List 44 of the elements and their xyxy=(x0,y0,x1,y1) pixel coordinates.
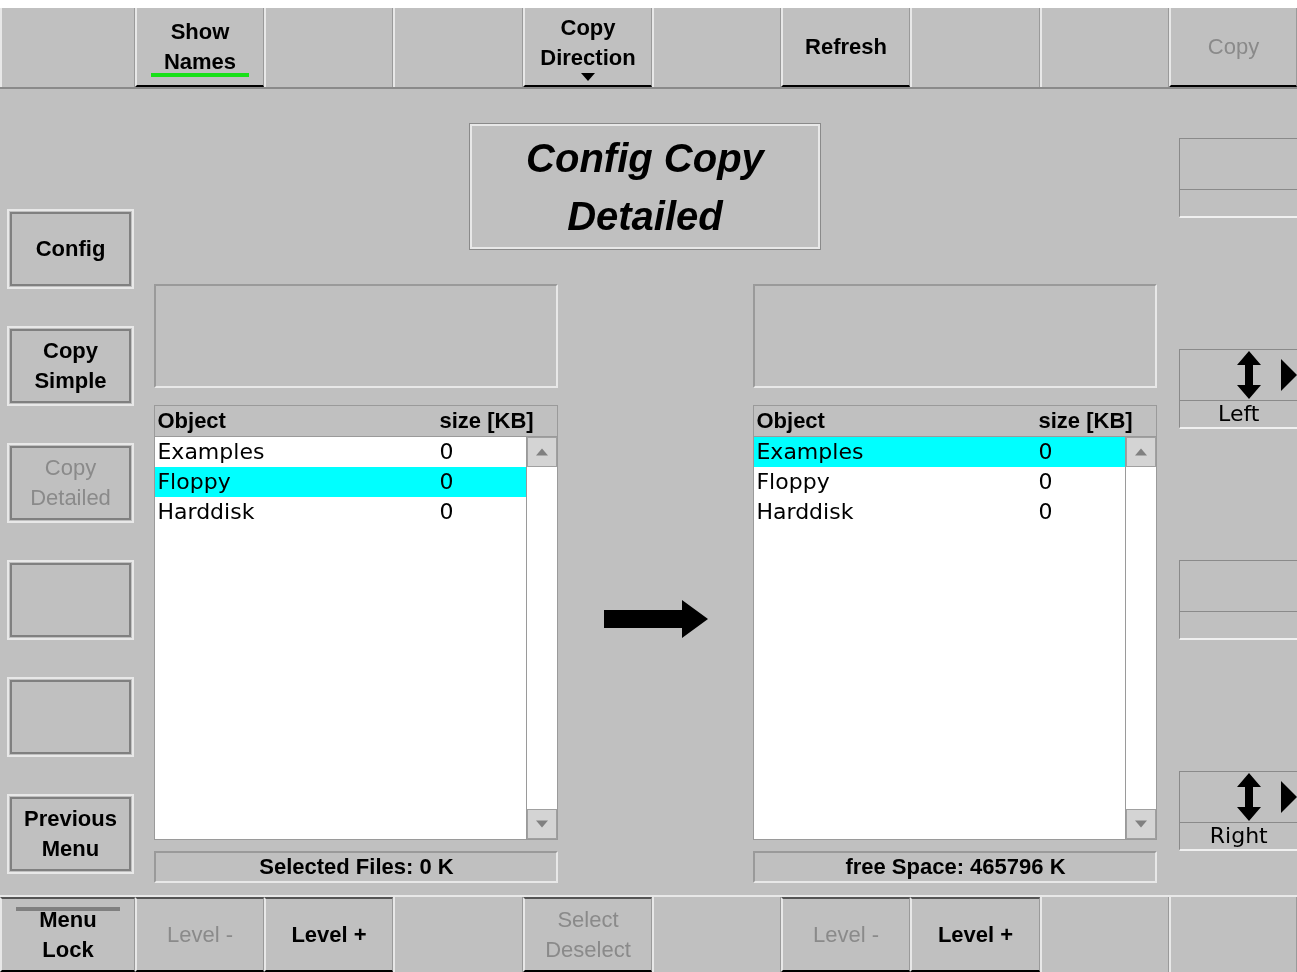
right-triangle-icon xyxy=(1281,359,1297,391)
status-field: Selected Files: 0 K xyxy=(154,851,559,883)
menu-button[interactable]: Copy Simple xyxy=(7,326,134,406)
list-row[interactable]: Examples 0 xyxy=(155,437,527,467)
bar-button[interactable]: Level + xyxy=(910,897,1040,972)
list-row[interactable]: Examples 0 xyxy=(754,437,1126,467)
control-label: Right xyxy=(1209,823,1268,849)
control-label: Left xyxy=(1218,401,1260,427)
up-triangle-icon xyxy=(536,448,549,456)
up-triangle-icon xyxy=(1135,448,1148,456)
list-row[interactable]: Harddisk 0 xyxy=(754,497,1126,527)
screen-title: Config Copy Detailed xyxy=(469,124,820,249)
scroll-control[interactable]: Left xyxy=(1179,349,1297,429)
scroll-down-button[interactable] xyxy=(1126,809,1157,839)
scrollbar[interactable] xyxy=(1125,437,1157,839)
list-row[interactable]: Harddisk 0 xyxy=(155,497,527,527)
dropdown-button[interactable]: Copy Direction xyxy=(523,8,652,87)
column-header: size [KB] xyxy=(1038,407,1133,435)
column-header: Object xyxy=(157,407,227,435)
list-row[interactable]: Floppy 0 xyxy=(155,467,527,497)
blank-control[interactable] xyxy=(1179,138,1297,218)
scroll-up-button[interactable] xyxy=(1126,437,1157,467)
bar-button[interactable]: Refresh xyxy=(781,8,910,87)
right-arrow-icon xyxy=(601,597,710,640)
down-triangle-icon xyxy=(536,820,549,828)
up-down-arrow-icon xyxy=(1237,351,1261,399)
scroll-up-button[interactable] xyxy=(527,437,558,467)
scrollbar[interactable] xyxy=(526,437,558,839)
right-triangle-icon xyxy=(1281,781,1297,813)
blank-control[interactable] xyxy=(1179,560,1297,640)
menu-button[interactable]: Config xyxy=(7,209,134,289)
status-field: free Space: 465796 K xyxy=(753,851,1158,883)
caret-icon xyxy=(581,72,595,81)
up-down-arrow-icon xyxy=(1237,773,1261,821)
list-row[interactable]: Floppy 0 xyxy=(754,467,1126,497)
down-triangle-icon xyxy=(1135,820,1148,828)
menu-button[interactable]: Previous Menu xyxy=(7,794,134,874)
bar-button[interactable]: Show Names xyxy=(135,8,264,87)
column-header: Object xyxy=(756,407,826,435)
bar-button[interactable]: Menu Lock xyxy=(0,897,135,972)
scroll-down-button[interactable] xyxy=(527,809,558,839)
scroll-control[interactable]: Right xyxy=(1179,771,1297,851)
column-header: size [KB] xyxy=(439,407,534,435)
bar-button[interactable]: Level + xyxy=(264,897,393,972)
